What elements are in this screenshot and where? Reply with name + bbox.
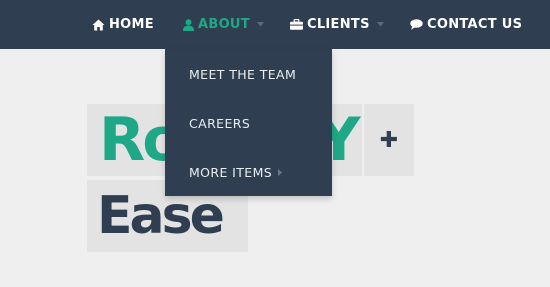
- nav-contact-label: CONTACT US: [427, 17, 523, 32]
- dropdown-item-label: MEET THE TEAM: [189, 66, 297, 82]
- plus-icon: ✚: [379, 127, 399, 153]
- dropdown-item-meet-the-team[interactable]: MEET THE TEAM: [189, 64, 296, 84]
- dropdown-item-label: MORE ITEMS: [189, 164, 273, 180]
- dropdown-item-more-items[interactable]: MORE ITEMS: [189, 162, 283, 182]
- top-navbar: HOME ABOUT CLIENTS CONTACT US: [0, 0, 550, 49]
- dropdown-item-label: CAREERS: [189, 115, 251, 131]
- speech-bubble-icon: [410, 19, 423, 30]
- about-dropdown-menu: MEET THE TEAM CAREERS MORE ITEMS: [165, 49, 332, 196]
- chevron-down-icon: [376, 22, 384, 27]
- nav-home[interactable]: HOME: [92, 0, 154, 49]
- nav-clients-label: CLIENTS: [307, 17, 370, 32]
- hero-plus-block: ✚: [364, 104, 414, 176]
- nav-contact[interactable]: CONTACT US: [410, 0, 522, 49]
- dropdown-item-careers[interactable]: CAREERS: [189, 113, 250, 133]
- nav-clients[interactable]: CLIENTS: [290, 0, 384, 49]
- chevron-down-icon: [256, 22, 264, 27]
- briefcase-icon: [290, 19, 303, 30]
- chevron-right-icon: [278, 168, 283, 176]
- nav-about[interactable]: ABOUT: [183, 0, 264, 49]
- nav-about-label: ABOUT: [198, 17, 250, 32]
- user-icon: [183, 18, 194, 31]
- home-icon: [92, 19, 105, 31]
- hero-word: Ease: [97, 186, 225, 246]
- nav-home-label: HOME: [109, 17, 154, 32]
